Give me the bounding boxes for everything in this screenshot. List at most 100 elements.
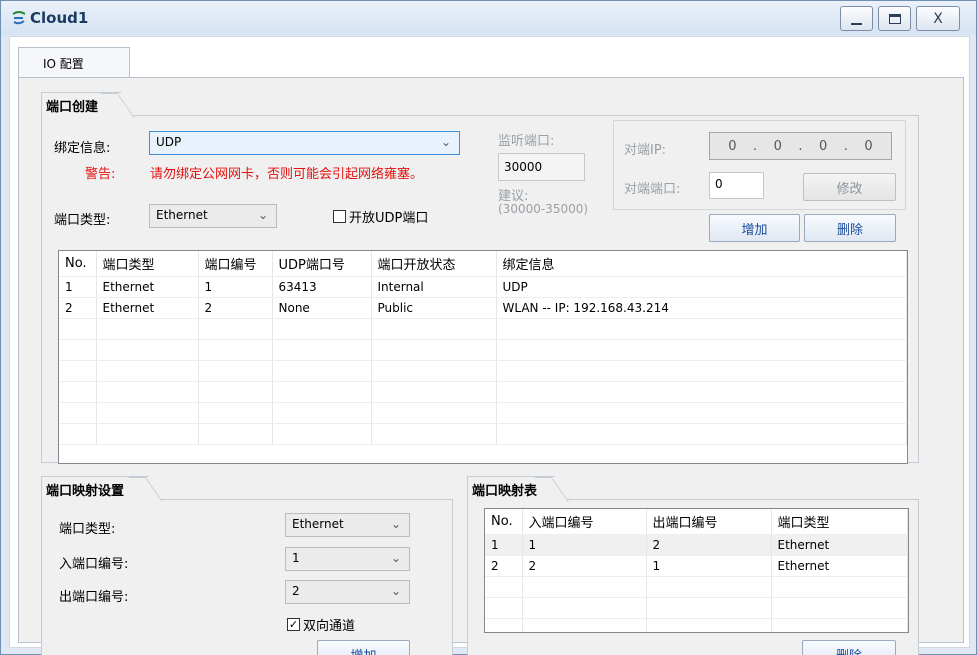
open-udp-label: 开放UDP端口: [349, 211, 429, 226]
out-port-select[interactable]: 2 ⌄: [285, 580, 410, 604]
table-cell: None: [272, 297, 372, 319]
empty-row: [59, 360, 907, 382]
in-port-select[interactable]: 1 ⌄: [285, 547, 410, 571]
table-header-row: No. 入端口编号 出端口编号 端口类型: [485, 509, 908, 535]
cloud-app-icon: [12, 11, 26, 25]
port-create-heading-text: 端口创建: [46, 100, 99, 115]
empty-row: [485, 597, 908, 619]
port-map-table-heading: 端口映射表: [467, 476, 555, 500]
ip-octet: 0: [819, 138, 828, 154]
empty-row: [59, 381, 907, 403]
ip-octet: 0: [728, 138, 737, 154]
client-area: IO 配置 端口创建 绑定信息: UDP ⌄ 警告: 请勿绑定公网网卡，否则可能…: [9, 36, 970, 655]
modify-button[interactable]: 修改: [803, 173, 896, 201]
column-header[interactable]: 端口类型: [96, 251, 199, 277]
port-map-table[interactable]: No. 入端口编号 出端口编号 端口类型 1 1 2 Ethernet 2 2: [484, 508, 909, 633]
port-map-settings-heading-text: 端口映射设置: [46, 484, 125, 499]
tab-io-config[interactable]: IO 配置: [18, 47, 130, 78]
port-table[interactable]: No. 端口类型 端口编号 UDP端口号 端口开放状态 绑定信息 1 Ether…: [58, 250, 908, 464]
bind-info-value: UDP: [156, 135, 182, 149]
table-cell: Ethernet: [96, 297, 199, 319]
ip-dot: .: [798, 138, 803, 154]
map-port-type-select[interactable]: Ethernet ⌄: [285, 513, 410, 537]
empty-row: [59, 318, 907, 340]
table-cell: 63413: [272, 276, 372, 298]
suggest-range: (30000-35000): [498, 202, 589, 216]
delete-port-button-label: 删除: [836, 222, 863, 238]
bidirectional-checkbox[interactable]: ✓ 双向通道: [287, 615, 355, 634]
add-mapping-button[interactable]: 增加: [317, 640, 410, 655]
maximize-icon: [888, 13, 901, 24]
add-port-button-label: 增加: [741, 222, 768, 238]
empty-row: [59, 423, 907, 445]
table-cell: Ethernet: [96, 276, 199, 298]
table-row[interactable]: 1 1 2 Ethernet: [485, 534, 908, 556]
table-cell: 1: [646, 555, 772, 577]
cloud-window: Cloud1 X IO 配置 端口创建 绑定信息: UDP ⌄ 警告: 请勿绑定…: [0, 0, 977, 655]
open-udp-checkbox[interactable]: 开放UDP端口: [333, 207, 428, 226]
peer-port-input[interactable]: 0: [709, 172, 764, 199]
out-port-value: 2: [292, 584, 300, 598]
table-cell: 2: [646, 534, 772, 556]
bind-info-select[interactable]: UDP ⌄: [149, 131, 460, 155]
empty-row: [59, 402, 907, 424]
delete-mapping-button-label: 删除: [836, 645, 862, 655]
table-row[interactable]: 2 Ethernet 2 None Public WLAN -- IP: 192…: [59, 297, 907, 319]
delete-port-button[interactable]: 删除: [804, 214, 896, 242]
map-port-type-value: Ethernet: [292, 517, 344, 531]
chevron-down-icon: ⌄: [440, 135, 451, 149]
port-type-label: 端口类型:: [54, 213, 111, 228]
port-type-select[interactable]: Ethernet ⌄: [149, 204, 277, 228]
empty-row: [485, 576, 908, 598]
minimize-icon: [851, 22, 862, 25]
port-type-value: Ethernet: [156, 208, 208, 222]
chevron-down-icon: ⌄: [390, 517, 401, 531]
title-bar[interactable]: Cloud1 X: [1, 1, 976, 35]
column-header[interactable]: 端口编号: [198, 251, 273, 277]
ip-octet: 0: [864, 138, 873, 154]
io-config-panel: 端口创建 绑定信息: UDP ⌄ 警告: 请勿绑定公网网卡，否则可能会引起网络雍…: [18, 77, 964, 655]
delete-mapping-button[interactable]: 删除: [802, 640, 896, 655]
column-header[interactable]: UDP端口号: [272, 251, 372, 277]
peer-ip-input[interactable]: 0 . 0 . 0 . 0: [709, 132, 892, 160]
column-header[interactable]: No.: [59, 251, 97, 277]
table-cell: 1: [522, 534, 647, 556]
column-header[interactable]: No.: [485, 509, 523, 535]
in-port-value: 1: [292, 551, 300, 565]
table-row[interactable]: 1 Ethernet 1 63413 Internal UDP: [59, 276, 907, 298]
empty-row: [59, 339, 907, 361]
table-cell: 2: [198, 297, 273, 319]
warning-text: 请勿绑定公网网卡，否则可能会引起网络雍塞。: [150, 167, 424, 182]
in-port-label: 入端口编号:: [59, 557, 129, 572]
chevron-down-icon: ⌄: [257, 208, 268, 222]
add-port-button[interactable]: 增加: [709, 214, 800, 242]
minimize-button[interactable]: [840, 6, 873, 31]
warning-label: 警告:: [85, 167, 116, 182]
table-cell: Internal: [371, 276, 497, 298]
modify-button-label: 修改: [836, 181, 863, 197]
column-header[interactable]: 端口开放状态: [371, 251, 497, 277]
column-header[interactable]: 端口类型: [771, 509, 908, 535]
ip-dot: .: [753, 138, 758, 154]
table-cell: Public: [371, 297, 497, 319]
listen-port-label: 监听端口:: [498, 134, 555, 149]
peer-port-value: 0: [715, 177, 723, 191]
table-cell: 2: [485, 555, 523, 577]
check-icon: ✓: [287, 618, 300, 631]
listen-port-input[interactable]: 30000: [498, 153, 585, 181]
out-port-label: 出端口编号:: [59, 590, 129, 605]
table-cell: UDP: [496, 276, 907, 298]
column-header[interactable]: 出端口编号: [646, 509, 772, 535]
ip-octet: 0: [773, 138, 782, 154]
table-cell: 2: [522, 555, 647, 577]
close-button[interactable]: X: [916, 6, 960, 31]
maximize-button[interactable]: [878, 6, 911, 31]
empty-row: [485, 618, 908, 632]
peer-port-label: 对端端口:: [624, 182, 681, 197]
port-map-settings-heading: 端口映射设置: [41, 476, 149, 500]
listen-port-value: 30000: [504, 160, 543, 174]
column-header[interactable]: 绑定信息: [496, 251, 907, 277]
column-header[interactable]: 入端口编号: [522, 509, 647, 535]
window-title: Cloud1: [30, 9, 89, 27]
table-row[interactable]: 2 2 1 Ethernet: [485, 555, 908, 577]
